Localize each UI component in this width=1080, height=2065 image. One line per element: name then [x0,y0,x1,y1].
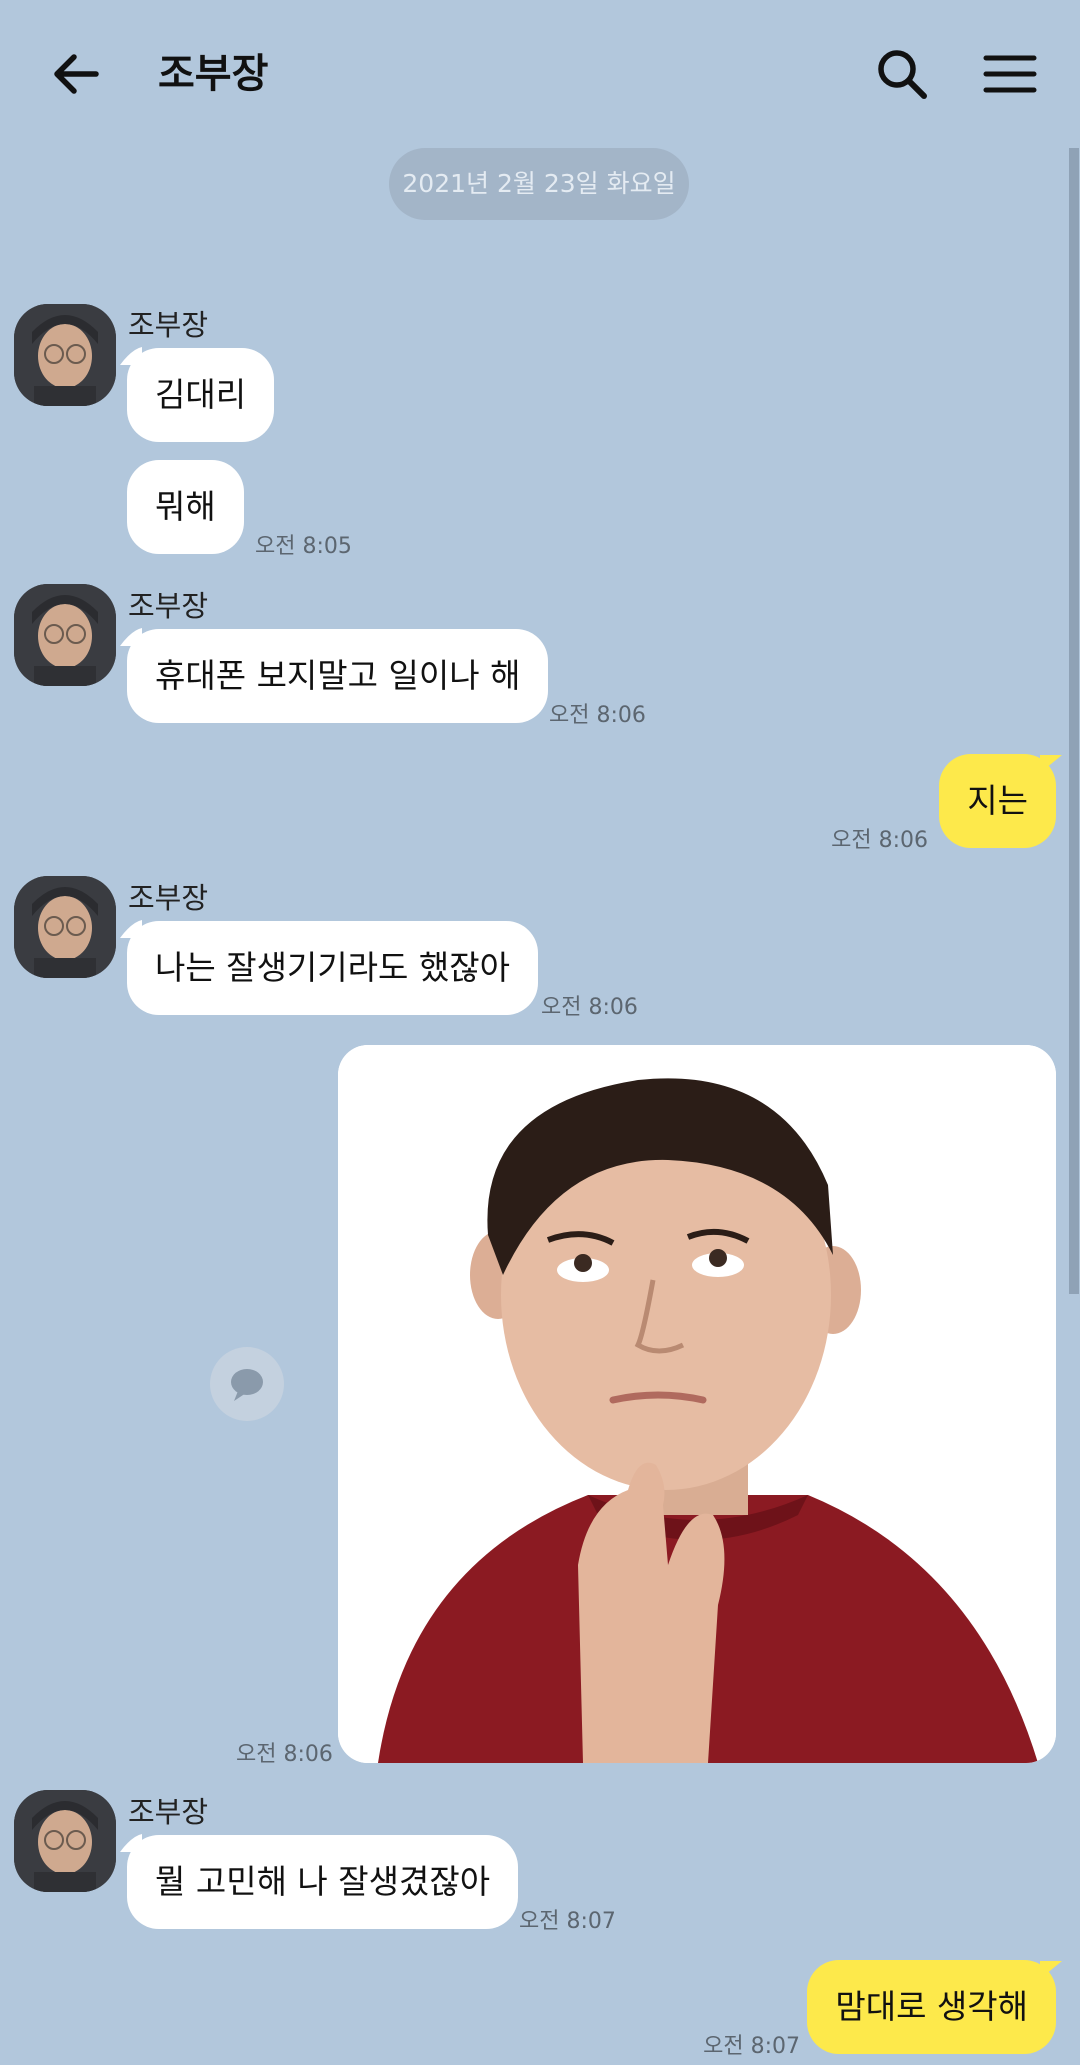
message-bubble[interactable]: 뭘 고민해 나 잘생겼잖아 [127,1835,519,1929]
scrollbar-thumb[interactable] [1069,148,1079,1294]
search-button[interactable] [872,44,932,104]
chat-title: 조부장 [158,51,269,97]
message-time: 오전 8:06 [831,828,928,853]
message-bubble[interactable]: 나는 잘생기기라도 했잖아 [127,921,538,1015]
back-button[interactable] [46,44,106,104]
date-divider: 2021년 2월 23일 화요일 [389,148,689,220]
share-button[interactable] [210,1347,284,1421]
arrow-left-icon [54,54,99,94]
menu-button[interactable] [980,44,1040,104]
image-message[interactable] [338,1045,1056,1763]
message-bubble-outgoing[interactable]: 맘대로 생각해 [807,1960,1056,2054]
avatar-photo [14,304,116,406]
avatar-photo [14,876,116,978]
message-bubble[interactable]: 김대리 [127,348,275,442]
message-bubble-outgoing[interactable]: 지는 [939,754,1056,848]
avatar-photo [14,584,116,686]
sender-name: 조부장 [128,308,209,342]
photo-thinking-boy [338,1045,1056,1763]
chat-header: 조부장 [0,0,1080,148]
sender-name: 조부장 [128,881,209,915]
avatar[interactable] [14,584,116,686]
message-time: 오전 8:06 [236,1742,333,1767]
speech-bubble-icon [231,1369,263,1401]
search-icon [878,50,927,99]
message-time: 오전 8:06 [549,703,646,728]
avatar[interactable] [14,304,116,406]
sender-name: 조부장 [128,589,209,623]
bubble-tail [1040,1961,1062,1979]
message-time: 오전 8:07 [703,2034,800,2059]
message-time: 오전 8:05 [255,534,352,559]
message-time: 오전 8:06 [541,995,638,1020]
avatar[interactable] [14,1790,116,1892]
message-bubble[interactable]: 휴대폰 보지말고 일이나 해 [127,629,549,723]
sender-name: 조부장 [128,1795,209,1829]
message-bubble[interactable]: 뭐해 [127,460,244,554]
avatar-photo [14,1790,116,1892]
bubble-tail [1040,755,1062,773]
avatar[interactable] [14,876,116,978]
message-time: 오전 8:07 [519,1909,616,1934]
hamburger-menu-icon [983,55,1037,93]
